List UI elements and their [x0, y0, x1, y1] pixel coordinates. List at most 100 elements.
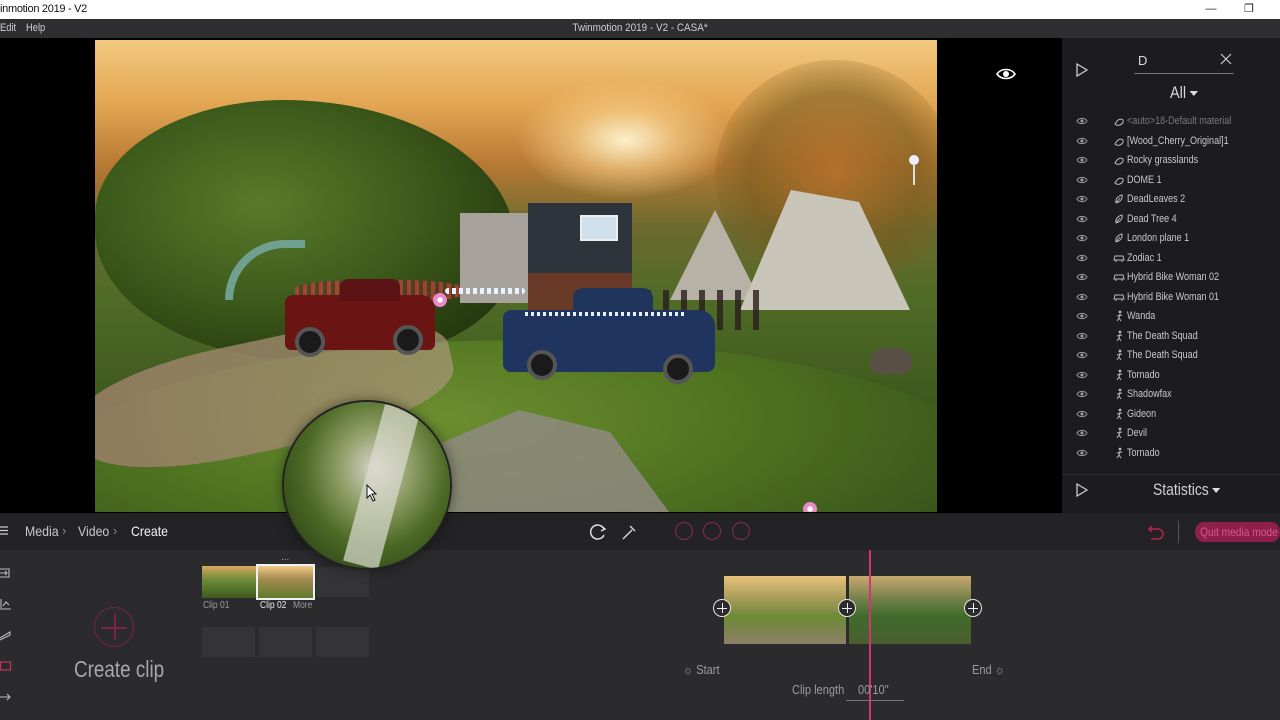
visibility-eye-icon[interactable] — [1076, 233, 1088, 243]
expand-panel-icon[interactable] — [1076, 63, 1088, 77]
add-keyframe-icon[interactable] — [964, 599, 982, 617]
visibility-eye-icon[interactable] — [1076, 175, 1088, 185]
visibility-eye-icon[interactable] — [1076, 350, 1088, 360]
create-clip-plus-icon[interactable] — [94, 607, 134, 647]
clip-length-input[interactable]: 00'10" — [858, 682, 889, 697]
search-underline — [1134, 73, 1234, 74]
clip-length-underline — [846, 700, 904, 701]
visibility-eye-icon[interactable] — [1076, 116, 1088, 126]
scene-object-row[interactable]: Hybrid Bike Woman 02 — [1062, 268, 1280, 287]
os-titlebar: inmotion 2019 - V2 — ❐ — [0, 0, 1280, 19]
visibility-eye-icon[interactable] — [1076, 428, 1088, 438]
empty-clip-slot[interactable] — [316, 627, 369, 657]
path-icon[interactable] — [0, 629, 12, 641]
vegetation-marker-icon[interactable] — [803, 502, 817, 512]
visibility-eye-icon[interactable] — [1076, 409, 1088, 419]
visibility-eye-icon[interactable] — [1076, 292, 1088, 302]
material-icon — [1114, 138, 1124, 146]
character-icon — [1116, 349, 1123, 361]
scene-object-label: [Wood_Cherry_Original]1 — [1127, 134, 1229, 147]
eyedropper-icon[interactable] — [619, 522, 639, 542]
add-keyframe-icon[interactable] — [838, 599, 856, 617]
scene-object-row[interactable]: Wanda — [1062, 307, 1280, 326]
visibility-eye-icon[interactable] — [1076, 370, 1088, 380]
menu-help[interactable]: Help — [26, 22, 45, 34]
clip-icon[interactable] — [0, 660, 12, 672]
vegetation-marker-icon[interactable] — [433, 293, 447, 307]
clip-thumbnail[interactable] — [202, 566, 257, 598]
visibility-eye-icon[interactable] — [1076, 272, 1088, 282]
restore-button[interactable]: ❐ — [1240, 1, 1258, 17]
import-icon[interactable] — [0, 567, 12, 579]
scene-object-row[interactable]: Shadowfax — [1062, 385, 1280, 404]
scene-object-label: DeadLeaves 2 — [1127, 193, 1186, 205]
light-icon[interactable] — [907, 155, 921, 185]
scene-object-row[interactable]: The Death Squad — [1062, 346, 1280, 365]
scene-object-row[interactable]: Dead Tree 4 — [1062, 210, 1280, 229]
scene-object-row[interactable]: Tornado — [1062, 444, 1280, 463]
more-options-icon[interactable]: ... — [281, 552, 289, 563]
timeline-keyframe-thumbnail[interactable] — [724, 576, 846, 644]
visibility-eye-icon[interactable] — [1076, 214, 1088, 224]
play-pause-icon[interactable] — [703, 522, 721, 540]
visibility-eye-icon[interactable] — [1076, 194, 1088, 204]
scene-object-row[interactable]: Hybrid Bike Woman 01 — [1062, 288, 1280, 307]
previous-keyframe-icon[interactable] — [675, 522, 693, 540]
graph-icon[interactable] — [0, 598, 12, 610]
wheel — [663, 354, 693, 384]
expand-statistics-icon[interactable] — [1076, 483, 1088, 497]
house-window — [580, 215, 618, 241]
scene-object-row[interactable]: Tornado — [1062, 366, 1280, 385]
empty-clip-slot[interactable] — [259, 627, 312, 657]
visibility-eye-icon[interactable] — [1076, 331, 1088, 341]
next-keyframe-icon[interactable] — [732, 522, 750, 540]
scene-object-row[interactable]: Rocky grasslands — [1062, 151, 1280, 170]
material-icon — [1114, 157, 1124, 165]
visibility-eye-icon[interactable] — [1076, 448, 1088, 458]
scene-object-row[interactable]: DOME 1 — [1062, 171, 1280, 190]
scene-object-label: Devil — [1127, 427, 1148, 439]
visibility-eye-icon[interactable] — [1076, 389, 1088, 399]
scene-object-label: DOME 1 — [1127, 173, 1162, 186]
scene-object-row[interactable]: DeadLeaves 2 — [1062, 190, 1280, 209]
quit-media-mode-button[interactable]: Quit media mode — [1195, 522, 1280, 542]
refresh-icon[interactable] — [588, 522, 608, 542]
scene-object-label: The Death Squad — [1127, 329, 1198, 342]
scene-object-row[interactable]: London plane 1 — [1062, 229, 1280, 248]
undo-icon[interactable] — [1145, 523, 1165, 541]
hamburger-menu-icon[interactable] — [0, 526, 8, 535]
scene-object-row[interactable]: Zodiac 1 — [1062, 249, 1280, 268]
export-icon[interactable] — [0, 691, 12, 703]
breadcrumb-video[interactable]: Video — [78, 523, 109, 539]
scene-object-row[interactable]: Devil — [1062, 424, 1280, 443]
clip-label: Clip 01 — [203, 600, 230, 611]
visibility-eye-icon[interactable] — [1076, 136, 1088, 146]
twinmotion-window: inmotion 2019 - V2 — ❐ Edit Help Twinmot… — [0, 0, 1280, 720]
scene-object-row[interactable]: <auto>18-Default material — [1062, 112, 1280, 131]
menu-edit[interactable]: Edit — [0, 22, 16, 34]
timeline-keyframe-thumbnail[interactable] — [849, 576, 971, 644]
add-keyframe-icon[interactable] — [713, 599, 731, 617]
visibility-eye-icon[interactable] — [996, 67, 1016, 81]
breadcrumb-media[interactable]: Media — [25, 523, 59, 539]
visibility-eye-icon[interactable] — [1076, 155, 1088, 165]
scene-object-row[interactable]: The Death Squad — [1062, 327, 1280, 346]
clear-search-icon[interactable] — [1219, 52, 1233, 66]
clip-editor-area: Create clip ... Clip 01 Clip 02 More ☼ S… — [0, 550, 1280, 720]
scene-object-row[interactable]: [Wood_Cherry_Original]1 — [1062, 132, 1280, 151]
empty-clip-slot[interactable] — [316, 567, 369, 597]
minimize-button[interactable]: — — [1202, 1, 1220, 17]
more-label[interactable]: More — [293, 600, 312, 611]
visibility-eye-icon[interactable] — [1076, 311, 1088, 321]
3d-viewport[interactable] — [95, 40, 937, 512]
scene-object-row[interactable]: Gideon — [1062, 405, 1280, 424]
scene-search-input[interactable]: D — [1138, 53, 1147, 68]
filter-dropdown[interactable]: All — [1170, 83, 1198, 103]
statistics-dropdown[interactable]: Statistics — [1153, 480, 1221, 500]
clip-thumbnail-selected[interactable] — [256, 564, 315, 600]
breadcrumb-create[interactable]: Create — [131, 523, 168, 539]
red-truck-cab — [340, 279, 400, 301]
empty-clip-slot[interactable] — [202, 627, 255, 657]
visibility-eye-icon[interactable] — [1076, 253, 1088, 263]
create-clip-label[interactable]: Create clip — [74, 656, 164, 683]
